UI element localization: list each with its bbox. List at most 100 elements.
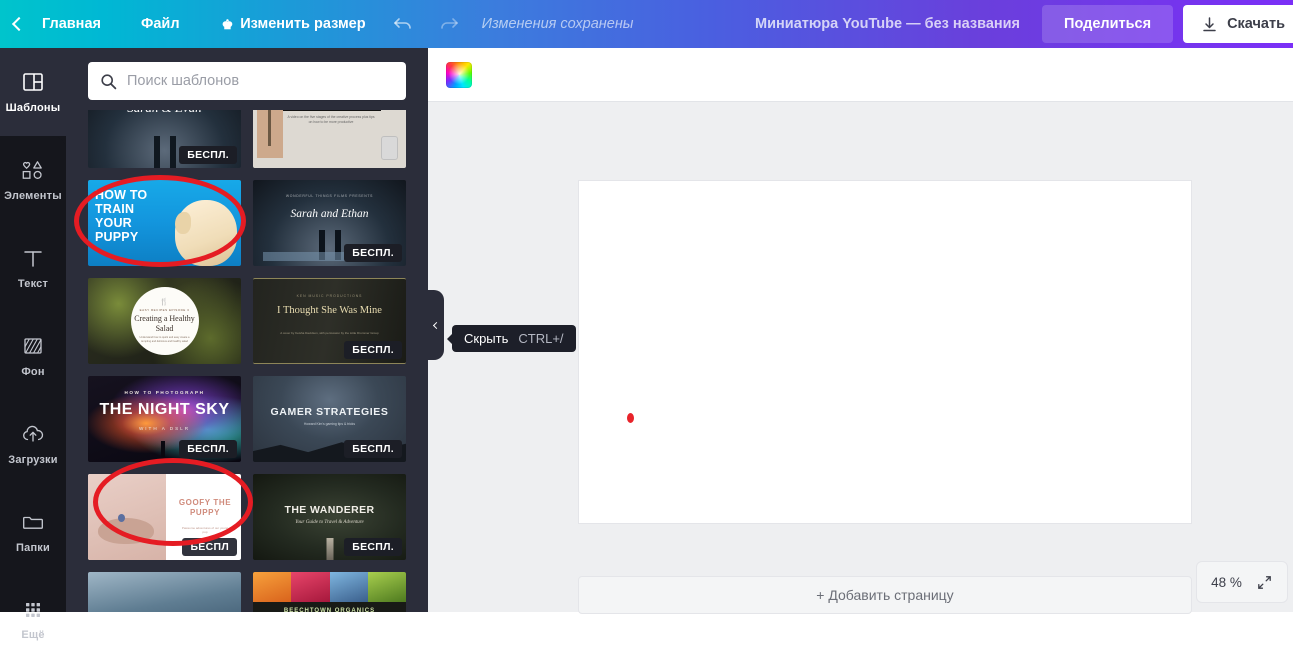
template-card-gamer-strategies[interactable]: GAMER STRATEGIES Howard Kim's gaming tip… — [253, 376, 406, 462]
sidebar-item-label: Элементы — [4, 190, 62, 202]
template-card-jonathan-patterson[interactable]: JONATHAN PATTERSON — [88, 572, 241, 612]
template-card-sarah-and-ethan[interactable]: WONDERFUL THINGS FILMS PRESENTS Sarah an… — [253, 180, 406, 266]
undo-button[interactable] — [380, 0, 426, 48]
status-badge: БЕСПЛ. — [344, 244, 402, 262]
thumb-subtitle: Your Guide to Travel & Adventure — [295, 520, 364, 525]
thumb-kicker: HOW TO PHOTOGRAPH — [124, 390, 205, 395]
thumb-title-wrap: Sarah and Ethan — [253, 204, 406, 222]
thumb-kicker: WONDERFUL THINGS FILMS PRESENTS — [285, 194, 374, 198]
color-picker-swatch-icon[interactable] — [446, 61, 472, 88]
search-box[interactable] — [88, 62, 406, 100]
crown-icon: ♚ — [221, 16, 234, 32]
thumb-title: Creating a Healthy Salad — [134, 314, 195, 333]
search-input[interactable] — [127, 73, 394, 89]
sidebar-item-more[interactable]: Ещё — [0, 576, 66, 664]
home-label: Главная — [42, 16, 101, 32]
template-card-beechtown-organics[interactable]: BEECHTOWN ORGANICS Fresh & farm-grown or… — [253, 572, 406, 612]
thumb-kicker: EASY RECIPES EPISODE 3 — [139, 308, 190, 313]
sidebar-item-label: Ещё — [21, 629, 45, 641]
status-badge: БЕСПЛ. — [179, 440, 237, 458]
collapse-tooltip: Скрыть CTRL+/ — [452, 325, 576, 352]
template-thumbnail-list[interactable]: Sarah & Evan БЕСПЛ. A VIDEO BY EUPLE STE… — [66, 110, 428, 612]
template-card-creating-healthy-salad[interactable]: 🍴 EASY RECIPES EPISODE 3 Creating a Heal… — [88, 278, 241, 364]
thumb-kicker: KEN MUSIC PRODUCTIONS — [296, 294, 363, 298]
file-menu-item[interactable]: Файл — [127, 0, 208, 48]
chevron-left-icon — [432, 321, 440, 329]
expand-view-button[interactable] — [1256, 574, 1273, 591]
pencil-decor — [268, 110, 271, 146]
sleeping-dog-shape — [98, 518, 154, 544]
download-icon — [1203, 16, 1216, 31]
thumb-circle-label: 🍴 EASY RECIPES EPISODE 3 Creating a Heal… — [130, 287, 199, 355]
redo-button[interactable] — [426, 0, 472, 48]
file-label: Файл — [140, 16, 180, 32]
resize-menu-item[interactable]: ♚ Изменить размер — [208, 0, 380, 48]
home-menu-item[interactable]: Главная — [38, 0, 127, 48]
thumb-title: Sarah and Ethan — [290, 208, 369, 220]
share-button[interactable]: Поделиться — [1042, 5, 1174, 43]
puppy-photo — [88, 474, 166, 560]
thumb-title: GAMER STRATEGIES — [270, 406, 389, 418]
templates-icon — [23, 73, 43, 91]
sidebar-item-background[interactable]: Фон — [0, 312, 66, 400]
download-button[interactable]: Скачать — [1183, 5, 1293, 43]
download-label: Скачать — [1227, 16, 1285, 32]
sidebar-item-label: Фон — [21, 366, 45, 378]
template-card-i-thought-she-was-mine[interactable]: KEN MUSIC PRODUCTIONS I Thought She Was … — [253, 278, 406, 364]
sidebar-item-uploads[interactable]: Загрузки — [0, 400, 66, 488]
thumb-subtitle: A cover by Keisha Davidson, with percuss… — [280, 331, 379, 335]
sidebar-item-label: Шаблоны — [5, 102, 61, 114]
thumb-title: GOOFY THE PUPPY — [178, 498, 232, 517]
sidebar-item-label: Папки — [16, 542, 50, 554]
zoom-value[interactable]: 48 % — [1211, 575, 1242, 590]
add-page-button[interactable]: + Добавить страницу — [578, 576, 1192, 614]
elements-icon — [22, 161, 42, 179]
editor-toolbar — [428, 48, 1293, 102]
expand-arrows-icon — [1258, 575, 1271, 589]
thumb-title: THE WANDERER — [284, 504, 375, 516]
thumb-subtitle: Understand how to quick and easy create … — [139, 336, 190, 344]
dog-hat-shape — [118, 514, 125, 522]
template-card-goofy-the-puppy[interactable]: GOOFY THE PUPPY Pawsome adventures of ou… — [88, 474, 241, 560]
thumb-subtitle: WITH A DSLR — [138, 426, 191, 431]
search-icon — [101, 73, 117, 89]
thumb-subtitle: A video on the five stages of the creati… — [287, 115, 375, 125]
thumb-subtitle: Howard Kim's gaming tips & tricks — [303, 422, 356, 426]
tooltip-shortcut: CTRL+/ — [518, 331, 564, 346]
left-tool-rail: Шаблоны Элементы Текст Фон Загрузки Папк… — [0, 48, 66, 641]
puppy-ear — [175, 212, 191, 234]
template-card-creative-process[interactable]: A VIDEO BY EUPLE STEWART THE CREATIVE PR… — [253, 110, 406, 168]
sidebar-item-label: Загрузки — [8, 454, 58, 466]
add-page-label: + Добавить страницу — [816, 587, 954, 603]
template-card-wedding-sarah-evan[interactable]: Sarah & Evan БЕСПЛ. — [88, 110, 241, 168]
redo-icon — [440, 18, 458, 29]
resize-label: Изменить размер — [240, 16, 366, 32]
sidebar-item-text[interactable]: Текст — [0, 224, 66, 312]
back-button[interactable] — [0, 0, 38, 48]
path-decor — [326, 538, 333, 560]
status-badge: БЕСПЛ. — [344, 538, 402, 556]
chevron-left-icon — [11, 16, 27, 32]
zoom-control: 48 % — [1196, 561, 1288, 603]
template-grid: Sarah & Evan БЕСПЛ. A VIDEO BY EUPLE STE… — [88, 110, 406, 612]
device-decor — [381, 136, 398, 160]
template-card-the-wanderer[interactable]: THE WANDERER Your Guide to Travel & Adve… — [253, 474, 406, 560]
templates-panel: Sarah & Evan БЕСПЛ. A VIDEO BY EUPLE STE… — [66, 48, 428, 612]
save-status-text: Изменения сохранены — [481, 16, 634, 32]
background-icon — [24, 338, 42, 354]
document-title[interactable]: Миниатюра YouTube — без названия — [755, 16, 1020, 32]
design-canvas[interactable] — [578, 180, 1192, 524]
sidebar-item-label: Текст — [17, 278, 49, 290]
thumb-title: THE NIGHT SKY — [99, 401, 230, 418]
status-badge: БЕСПЛ. — [344, 341, 402, 359]
template-card-the-night-sky[interactable]: HOW TO PHOTOGRAPH THE NIGHT SKY WITH A D… — [88, 376, 241, 462]
template-card-how-to-train-puppy[interactable]: HOW TO TRAIN YOUR PUPPY — [88, 180, 241, 266]
thumb-title: BEECHTOWN ORGANICS — [283, 608, 376, 612]
more-grid-icon — [26, 603, 40, 617]
sidebar-item-folders[interactable]: Папки — [0, 488, 66, 576]
collapse-panel-button[interactable] — [428, 290, 444, 360]
sidebar-item-templates[interactable]: Шаблоны — [0, 48, 66, 150]
status-badge: БЕСПЛ — [182, 538, 237, 556]
person-silhouette — [161, 441, 166, 457]
thumb-subtitle: Pawsome adventures of our young pup — [181, 526, 229, 535]
